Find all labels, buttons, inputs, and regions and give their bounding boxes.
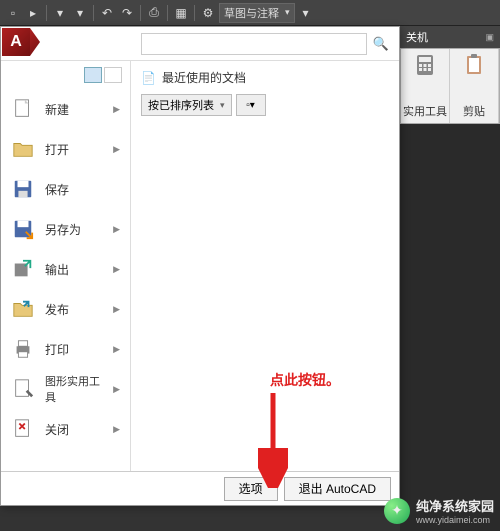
folder-open-icon [11, 137, 35, 161]
menu-right-column: 📄 最近使用的文档 按已排序列表 ▫▾ [131, 61, 399, 471]
file-new-icon [11, 97, 35, 121]
plot-icon[interactable]: ▦ [172, 4, 190, 22]
save-icon [11, 177, 35, 201]
menu-item-drawing-tools[interactable]: 图形实用工具 ▶ [1, 369, 130, 409]
view-small-icon[interactable] [104, 67, 122, 83]
menu-item-save[interactable]: 保存 [1, 169, 130, 209]
calculator-icon [411, 53, 439, 77]
search-icon[interactable]: 🔍 [371, 34, 391, 54]
watermark: ✦ 纯净系统家园 www.yidaimei.com [384, 496, 494, 525]
clipboard-icon [460, 53, 488, 77]
view-toggle [1, 67, 130, 89]
chevron-right-icon: ▶ [113, 424, 120, 435]
ribbon-expand-icon[interactable]: ▣ [485, 32, 494, 43]
watermark-logo-icon: ✦ [384, 498, 410, 524]
redo-icon[interactable]: ↷ [118, 4, 136, 22]
drawing-area[interactable] [400, 124, 500, 531]
ribbon-tab-bar: 关机 ▣ [400, 26, 500, 48]
save-as-icon [11, 217, 35, 241]
undo-icon[interactable]: ↶ [98, 4, 116, 22]
workspace-more-icon[interactable]: ▾ [297, 4, 315, 22]
recent-controls: 按已排序列表 ▫▾ [141, 94, 389, 116]
exit-button[interactable]: 退出 AutoCAD [284, 477, 391, 501]
export-icon [11, 257, 35, 281]
application-menu: 🔍 新建 ▶ 打开 ▶ 保存 另存为 [0, 26, 400, 506]
chevron-right-icon: ▶ [113, 224, 120, 235]
search-input[interactable] [141, 33, 367, 55]
chevron-right-icon: ▶ [113, 344, 120, 355]
save-as-icon[interactable]: ▾ [71, 4, 89, 22]
recent-docs-title: 最近使用的文档 [162, 69, 246, 86]
print-icon [11, 337, 35, 361]
watermark-url: www.yidaimei.com [416, 515, 494, 525]
menu-item-saveas[interactable]: 另存为 ▶ [1, 209, 130, 249]
chevron-right-icon: ▶ [113, 104, 120, 115]
menu-item-publish[interactable]: 发布 ▶ [1, 289, 130, 329]
chevron-right-icon: ▶ [113, 304, 120, 315]
chevron-right-icon: ▶ [113, 264, 120, 275]
close-icon [11, 417, 35, 441]
ribbon-panel-label: 实用工具 [403, 103, 447, 119]
recent-docs-header: 📄 最近使用的文档 [141, 69, 389, 86]
ribbon-tab[interactable]: 关机 [406, 29, 428, 45]
workspace-label: 草图与注释 [224, 5, 279, 21]
view-mode-button[interactable]: ▫▾ [236, 94, 266, 116]
publish-icon [11, 297, 35, 321]
menu-item-new[interactable]: 新建 ▶ [1, 89, 130, 129]
options-button[interactable]: 选项 [224, 477, 278, 501]
menu-item-close[interactable]: 关闭 ▶ [1, 409, 130, 449]
recent-docs-icon: 📄 [141, 71, 156, 85]
ribbon-panel-clipboard[interactable]: 剪贴 [450, 49, 499, 123]
ribbon-panel-label: 剪贴 [463, 103, 485, 119]
menu-footer: 选项 退出 AutoCAD [1, 471, 399, 505]
menu-left-column: 新建 ▶ 打开 ▶ 保存 另存为 ▶ 输出 ▶ [1, 61, 131, 471]
open-icon[interactable]: ▸ [24, 4, 42, 22]
chevron-right-icon: ▶ [113, 384, 120, 395]
view-large-icon[interactable] [84, 67, 102, 83]
menu-item-open[interactable]: 打开 ▶ [1, 129, 130, 169]
workspace-select[interactable]: 草图与注释 [219, 3, 295, 23]
tools-icon [11, 377, 35, 401]
menu-search-row: 🔍 [1, 27, 399, 61]
menu-item-export[interactable]: 输出 ▶ [1, 249, 130, 289]
app-menu-button[interactable]: A [2, 28, 30, 56]
save-icon[interactable]: ▾ [51, 4, 69, 22]
print-icon[interactable]: ⎙ [145, 4, 163, 22]
quick-access-toolbar: ▫ ▸ ▾ ▾ ↶ ↷ ⎙ ▦ ⚙ 草图与注释 ▾ [0, 0, 500, 26]
ribbon-panels: 实用工具 剪贴 [400, 48, 500, 124]
ribbon-panel-tools[interactable]: 实用工具 [401, 49, 450, 123]
chevron-right-icon: ▶ [113, 144, 120, 155]
sort-select[interactable]: 按已排序列表 [141, 94, 232, 116]
gear-icon[interactable]: ⚙ [199, 4, 217, 22]
menu-item-print[interactable]: 打印 ▶ [1, 329, 130, 369]
new-icon[interactable]: ▫ [4, 4, 22, 22]
watermark-title: 纯净系统家园 [416, 496, 494, 515]
